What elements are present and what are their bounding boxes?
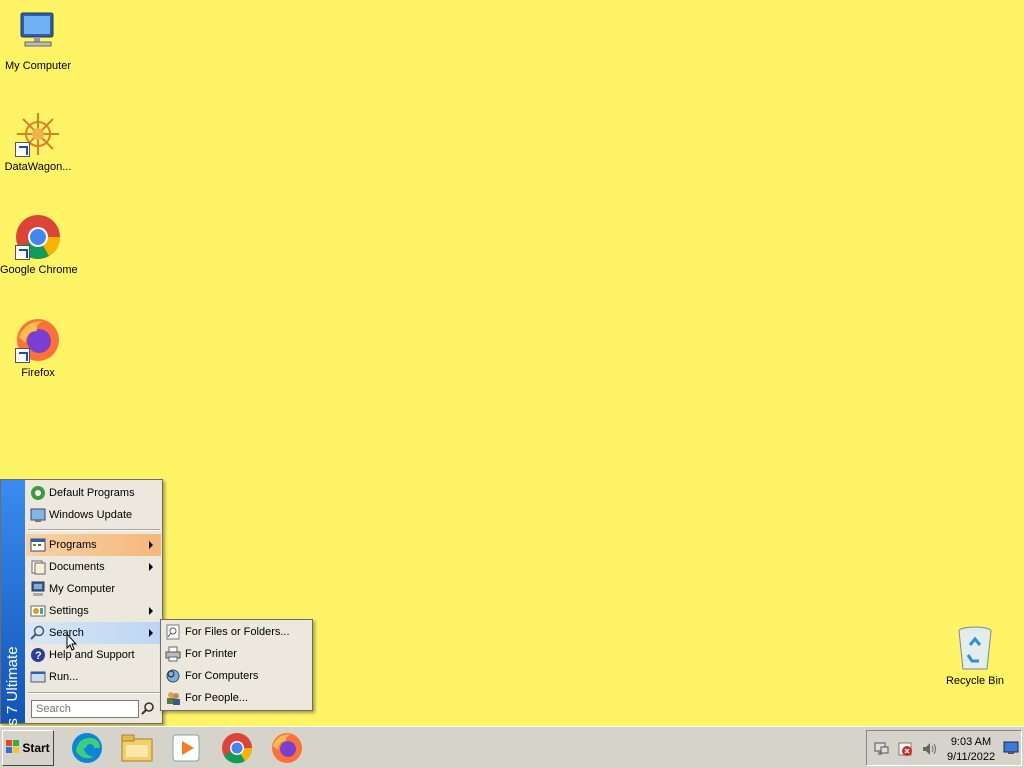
search-submenu: For Files or Folders... For Printer For … [160,619,313,711]
menu-item-label: Search [49,627,84,639]
default-programs-icon [30,485,46,501]
volume-icon[interactable] [921,741,937,760]
submenu-item-label: For Printer [185,648,237,660]
security-alert-icon[interactable] [897,741,913,760]
printer-icon [165,646,181,662]
submenu-item-files-or-folders[interactable]: For Files or Folders... [163,621,311,643]
start-button-label: Start [22,741,50,755]
system-tray: 9:03 AM 9/11/2022 [866,730,1022,766]
desktop-icon-label: Firefox [21,367,55,379]
people-icon [165,690,181,706]
menu-item-programs[interactable]: Programs [26,534,161,556]
start-menu: Windows 7 Ultimate Default Programs Wind… [0,479,163,768]
menu-item-documents[interactable]: Documents [26,556,161,578]
programs-icon [30,537,46,553]
mouse-cursor-icon [66,633,78,651]
find-computer-icon [165,668,181,684]
menu-item-label: Programs [49,539,97,551]
windows-logo-icon [6,739,20,757]
menu-separator [28,529,160,531]
submenu-item-people[interactable]: For People... [163,687,311,709]
windows-update-icon [30,507,46,523]
desktop-icon-label: My Computer [4,60,72,72]
show-desktop-icon[interactable] [1003,741,1019,758]
find-files-icon [165,624,181,640]
media-player-icon[interactable] [170,731,204,765]
help-icon: ? [30,647,46,663]
search-icon [30,625,46,641]
menu-item-label: Run... [49,671,79,683]
svg-text:?: ? [35,650,42,662]
menu-item-windows-update[interactable]: Windows Update [26,504,161,526]
menu-item-default-programs[interactable]: Default Programs [26,482,161,504]
start-menu-banner: Windows 7 Ultimate [1,480,25,768]
computer-icon [30,581,46,597]
shortcut-arrow-icon [15,245,30,260]
file-explorer-icon[interactable] [120,731,154,765]
shortcut-arrow-icon [15,348,30,363]
submenu-item-label: For Files or Folders... [185,626,290,638]
chrome-icon[interactable] [220,731,254,765]
submenu-arrow-icon [149,541,153,549]
submenu-arrow-icon [149,563,153,571]
datawagon-icon [15,111,61,157]
firefox-icon [15,317,61,363]
menu-item-settings[interactable]: Settings [26,600,161,622]
my-computer-icon [15,10,61,56]
edge-icon[interactable] [70,731,104,765]
submenu-item-label: For Computers [185,670,259,682]
menu-separator [28,692,160,694]
search-icon[interactable] [140,701,156,717]
submenu-arrow-icon [149,607,153,615]
desktop-icon-label: Google Chrome [0,264,78,276]
submenu-arrow-icon [149,629,153,637]
shortcut-arrow-icon [15,142,30,157]
desktop-icon-label: DataWagon... [4,161,72,173]
firefox-icon[interactable] [270,731,304,765]
menu-item-label: Settings [49,605,89,617]
clock-time[interactable]: 9:03 AM [947,736,995,748]
menu-item-label: Windows Update [49,509,133,521]
desktop-icon-recycle-bin[interactable]: Recycle Bin [937,625,1013,687]
run-icon [30,669,46,685]
menu-item-my-computer[interactable]: My Computer [26,578,161,600]
desktop-icon-firefox[interactable]: Firefox [0,317,76,379]
desktop-icon-my-computer[interactable]: My Computer [0,10,76,72]
recycle-bin-icon [952,625,998,671]
start-button[interactable]: Start [2,730,54,766]
menu-item-help-and-support[interactable]: ? Help and Support [26,644,161,666]
submenu-item-computers[interactable]: For Computers [163,665,311,687]
documents-icon [30,559,46,575]
menu-item-label: Default Programs [49,487,135,499]
menu-item-label: Documents [49,561,105,573]
network-icon[interactable] [873,741,889,760]
menu-item-search[interactable]: Search [26,622,161,644]
settings-icon [30,603,46,619]
chrome-icon [15,214,61,260]
start-menu-search-input[interactable] [31,700,139,718]
desktop-icon-datawagon[interactable]: DataWagon... [0,111,76,173]
submenu-item-label: For People... [185,692,248,704]
clock-date[interactable]: 9/11/2022 [947,751,995,763]
desktop-icon-label: Recycle Bin [945,675,1005,687]
menu-item-run[interactable]: Run... [26,666,161,688]
submenu-item-printer[interactable]: For Printer [163,643,311,665]
desktop-icon-chrome[interactable]: Google Chrome [0,214,78,276]
taskbar: Start 9:03 AM 9/11/2022 [0,726,1024,768]
menu-item-label: My Computer [49,583,116,595]
